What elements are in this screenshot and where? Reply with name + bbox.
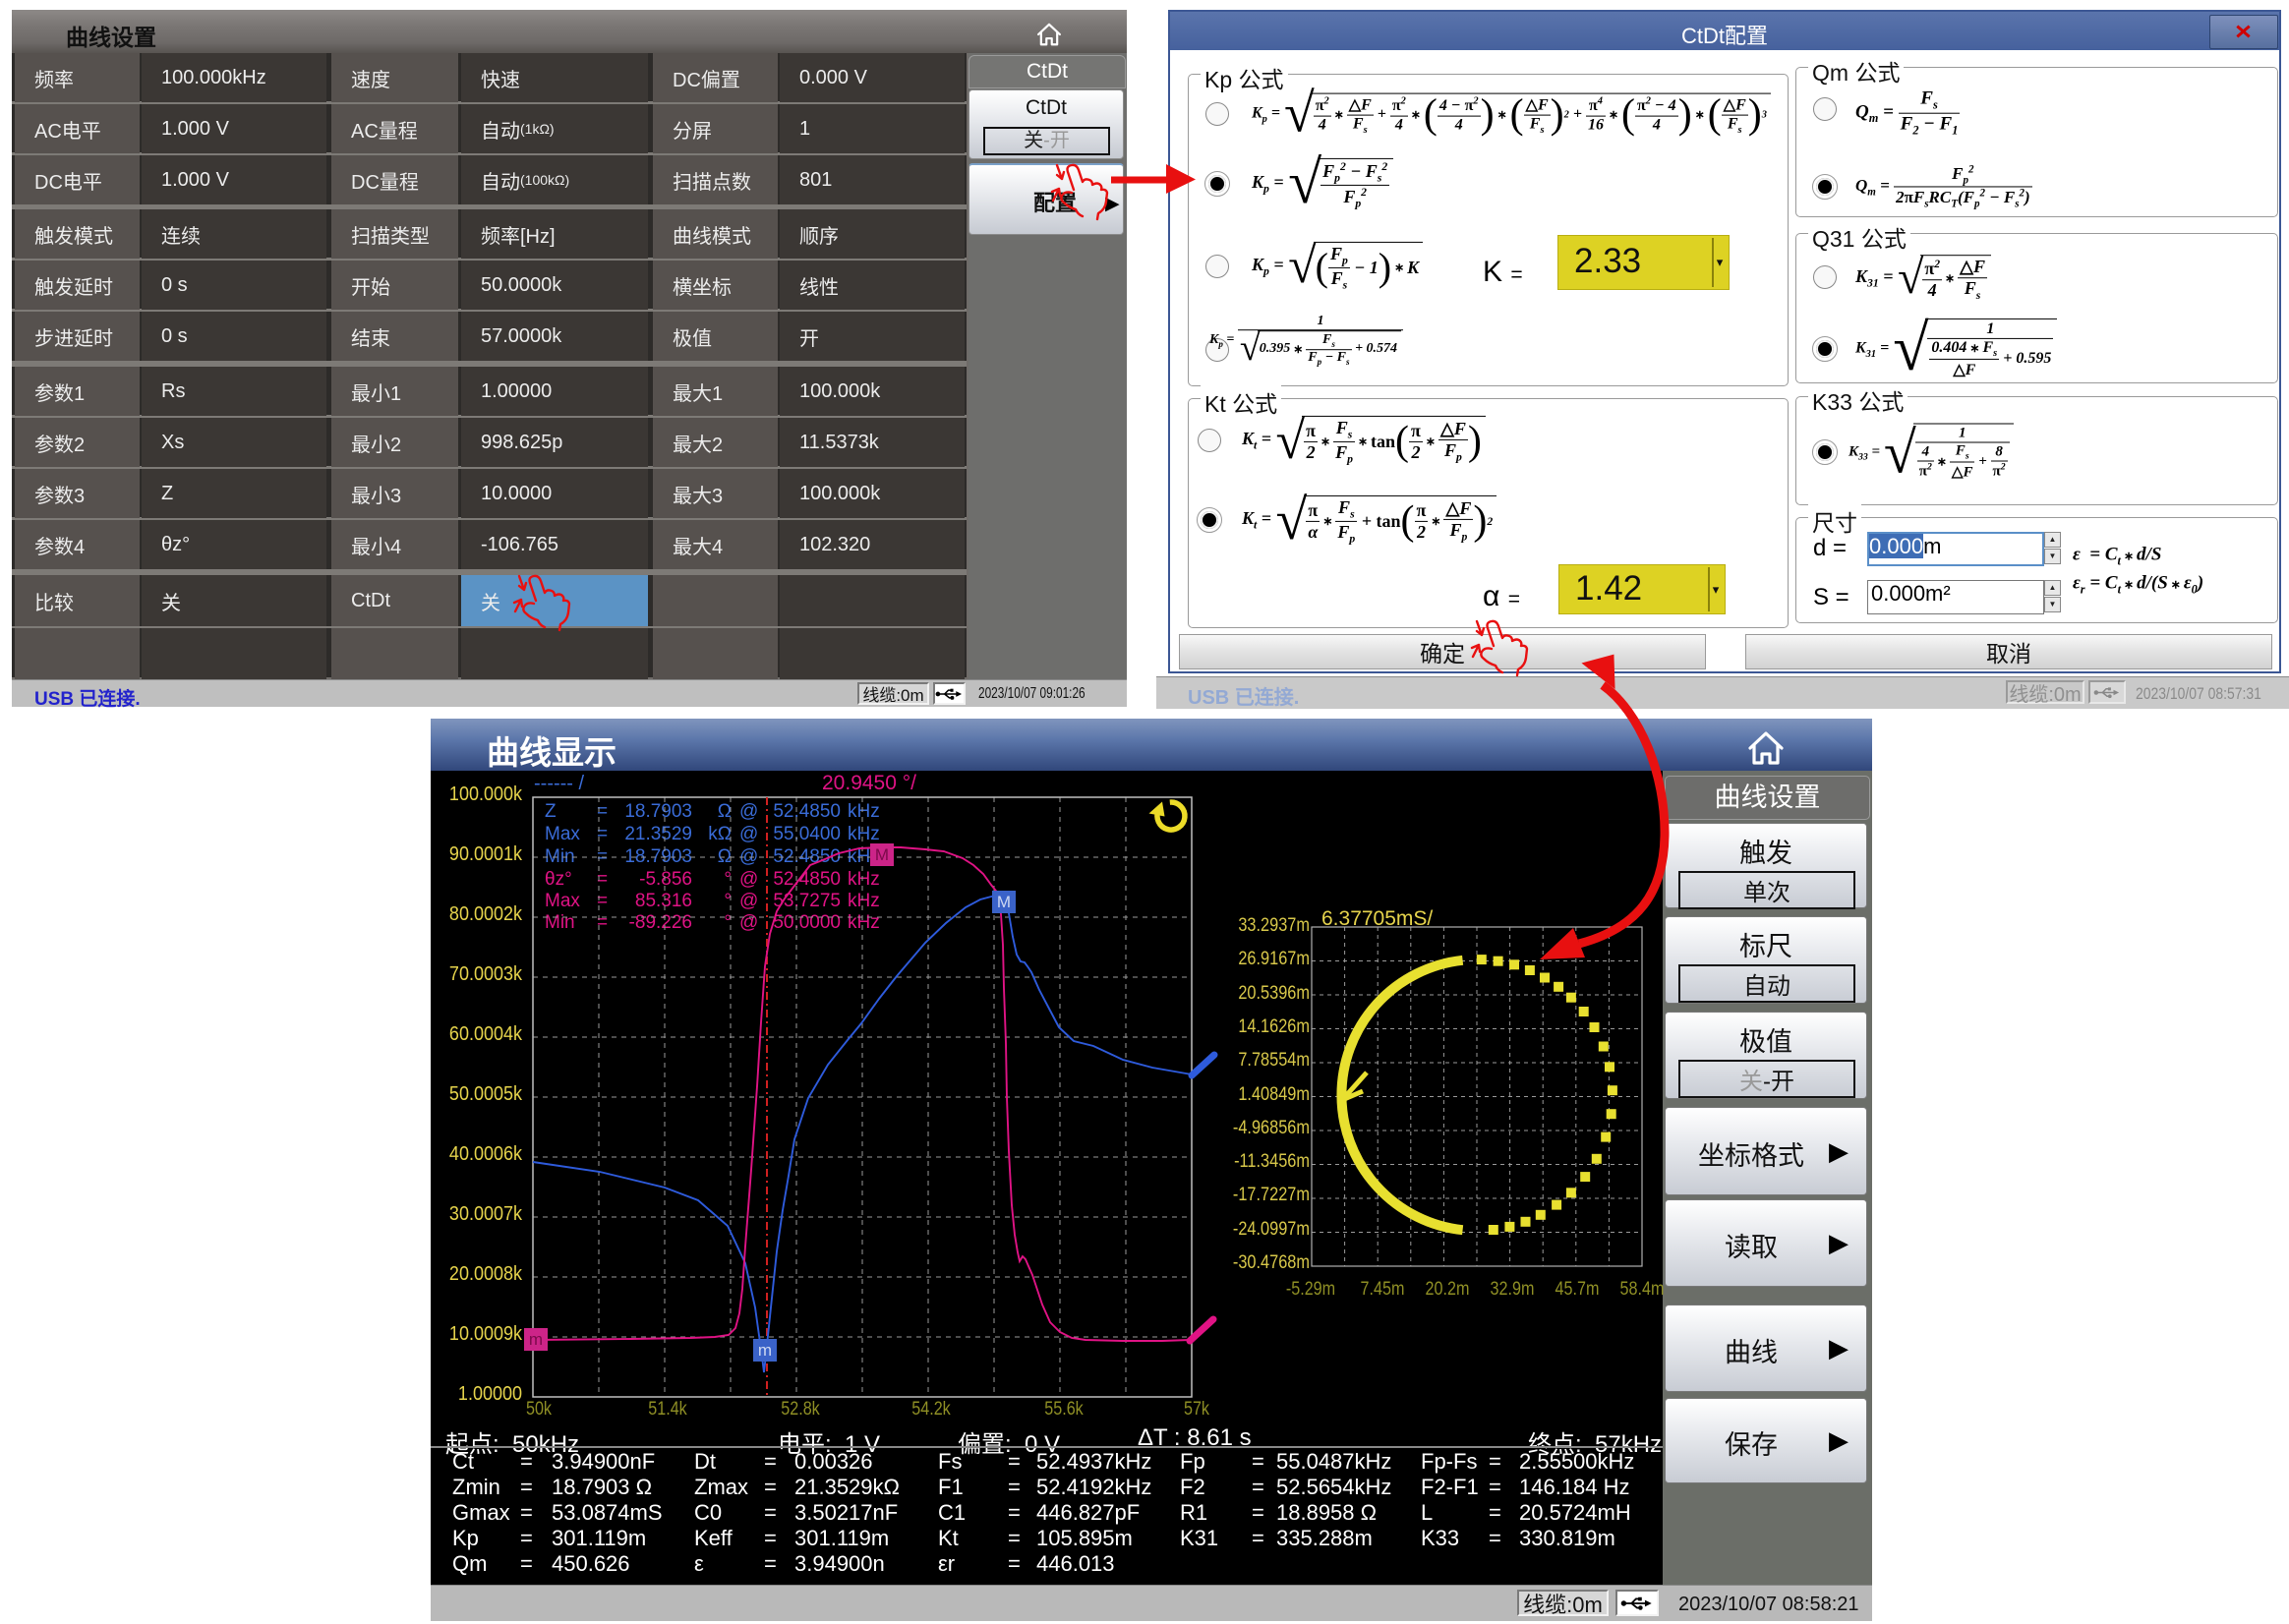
svg-text:M: M <box>875 845 889 864</box>
svg-text:M: M <box>997 893 1011 911</box>
svg-text:m: m <box>758 1341 772 1360</box>
svg-text:m: m <box>529 1330 543 1349</box>
